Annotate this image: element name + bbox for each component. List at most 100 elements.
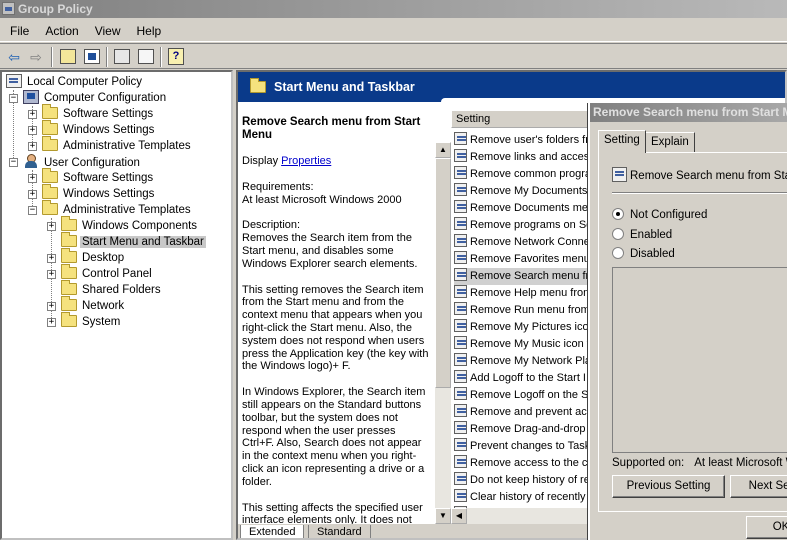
previous-setting-button[interactable]: Previous Setting [612, 475, 725, 498]
up-folder-icon[interactable] [60, 49, 76, 64]
list-item[interactable]: Remove Drag-and-drop [454, 421, 592, 438]
scroll-down-icon[interactable]: ▼ [435, 508, 451, 524]
tab-standard[interactable]: Standard [308, 525, 371, 538]
list-item-label: Remove Favorites menu [470, 253, 590, 265]
policy-setting-icon [454, 489, 467, 502]
list-item[interactable]: Add Logoff to the Start I [454, 370, 592, 387]
list-item[interactable]: Remove common progra [454, 166, 592, 183]
expand-icon[interactable]: + [47, 222, 56, 231]
list-item[interactable]: Remove links and access [454, 149, 592, 166]
next-setting-button[interactable]: Next Setting [730, 475, 787, 498]
tree-root[interactable]: Local Computer Policy [6, 74, 144, 90]
menu-file[interactable]: File [0, 20, 35, 38]
list-item[interactable]: Remove My Music icon fr [454, 336, 592, 353]
tree-cc-software-settings[interactable]: Software Settings [42, 104, 155, 122]
list-item[interactable]: Remove and prevent acc [454, 404, 592, 421]
radio-enabled[interactable]: Enabled [612, 227, 672, 243]
tree-uc-windows-settings[interactable]: Windows Settings [42, 184, 156, 202]
list-item[interactable]: Remove Favorites menu [454, 251, 592, 268]
tab-extended[interactable]: Extended [240, 525, 305, 538]
list-item[interactable]: Remove My Documents i [454, 183, 592, 200]
tree-cc-windows-settings[interactable]: Windows Settings [42, 120, 156, 138]
tree-system[interactable]: System [61, 312, 122, 330]
collapse-icon[interactable]: − [9, 94, 18, 103]
collapse-icon[interactable]: − [9, 158, 18, 167]
expand-icon[interactable]: + [47, 254, 56, 263]
tree-desktop[interactable]: Desktop [61, 248, 126, 266]
expand-icon[interactable]: + [47, 318, 56, 327]
list-item-label: Remove My Music icon fr [470, 338, 592, 350]
list-item[interactable]: Remove My Network Pla [454, 353, 592, 370]
ok-button[interactable]: OK [746, 516, 787, 539]
folder-icon [61, 264, 77, 279]
folder-icon [250, 78, 266, 93]
list-item-label: Remove and prevent acc [470, 406, 592, 418]
list-item[interactable]: Prevent changes to Task [454, 438, 592, 455]
tree-control-panel[interactable]: Control Panel [61, 264, 154, 282]
list-item[interactable]: Do not keep history of re [454, 472, 592, 489]
list-item[interactable]: Remove Help menu from [454, 285, 592, 302]
list-item[interactable]: Remove programs on Se [454, 217, 592, 234]
details-header: Start Menu and Taskbar [238, 72, 785, 102]
expand-icon[interactable]: + [28, 174, 37, 183]
dialog-title[interactable]: Remove Search menu from Start Menu [590, 103, 787, 122]
list-item[interactable]: Remove Run menu from [454, 302, 592, 319]
policy-setting-icon [454, 217, 467, 230]
description-scrollbar[interactable]: ▲ ▼ [435, 142, 451, 524]
description-p2: This setting removes the Search item fro… [242, 283, 429, 373]
menu-view[interactable]: View [85, 20, 127, 38]
scroll-left-icon[interactable]: ◀ [451, 508, 467, 524]
tab-setting[interactable]: Setting [598, 130, 646, 153]
help-icon[interactable]: ? [168, 48, 184, 65]
radio-not-configured[interactable]: Not Configured [612, 207, 707, 223]
list-item-label: Add Logoff to the Start I [470, 372, 586, 384]
policy-setting-icon [454, 353, 467, 366]
tree-windows-components[interactable]: Windows Components [61, 216, 199, 234]
policy-setting-icon [454, 404, 467, 417]
scroll-up-icon[interactable]: ▲ [435, 142, 451, 158]
tree-shared-folders[interactable]: Shared Folders [61, 280, 163, 298]
details-header-title: Start Menu and Taskbar [274, 80, 415, 94]
forward-arrow-icon[interactable]: ⇨ [26, 47, 46, 67]
policy-setting-icon [454, 319, 467, 332]
show-hide-tree-icon[interactable] [84, 49, 100, 64]
expand-icon[interactable]: + [28, 190, 37, 199]
tree-cc-administrative-templates[interactable]: Administrative Templates [42, 136, 193, 154]
properties-link[interactable]: Properties [281, 155, 331, 167]
expand-icon[interactable]: + [47, 302, 56, 311]
list-item[interactable]: Remove Logoff on the S [454, 387, 592, 404]
expand-icon[interactable]: + [28, 126, 37, 135]
list-item[interactable]: Remove Search menu fr [454, 268, 592, 285]
menu-help[interactable]: Help [127, 20, 168, 38]
column-header-setting[interactable]: Setting [451, 110, 591, 128]
expand-icon[interactable]: + [28, 142, 37, 151]
back-arrow-icon[interactable]: ⇦ [4, 47, 24, 67]
radio-selected-icon [612, 208, 624, 220]
user-icon [23, 154, 39, 169]
window-title-bar[interactable]: Group Policy [0, 0, 787, 18]
list-item[interactable]: Remove Documents men [454, 200, 592, 217]
extended-description: Remove Search menu from Start Menu Displ… [238, 110, 435, 524]
tree-network[interactable]: Network [61, 296, 126, 314]
radio-disabled[interactable]: Disabled [612, 246, 675, 262]
scroll-thumb[interactable] [435, 158, 451, 388]
policy-properties-dialog: Remove Search menu from Start Menu Setti… [588, 103, 787, 540]
tree-user-configuration[interactable]: User Configuration [23, 154, 142, 170]
menu-action[interactable]: Action [35, 20, 84, 38]
list-item[interactable]: Remove Network Conne [454, 234, 592, 251]
tree-uc-software-settings[interactable]: Software Settings [42, 168, 155, 186]
tab-explain[interactable]: Explain [645, 132, 695, 152]
list-item[interactable]: Clear history of recently [454, 489, 592, 506]
export-list-icon[interactable] [138, 49, 154, 64]
list-item[interactable]: Remove My Pictures icon [454, 319, 592, 336]
list-horizontal-scrollbar[interactable]: ◀ [451, 508, 591, 524]
list-item[interactable]: Remove access to the co [454, 455, 592, 472]
expand-icon[interactable]: + [47, 270, 56, 279]
properties-icon[interactable] [114, 49, 130, 64]
tree-start-menu-and-taskbar[interactable]: Start Menu and Taskbar [61, 232, 206, 250]
policy-setting-icon [454, 302, 467, 315]
list-item[interactable]: Remove user's folders fr [454, 132, 592, 149]
collapse-icon[interactable]: − [28, 206, 37, 215]
supported-on: Supported on:At least Microsoft Windows … [612, 457, 787, 469]
expand-icon[interactable]: + [28, 110, 37, 119]
